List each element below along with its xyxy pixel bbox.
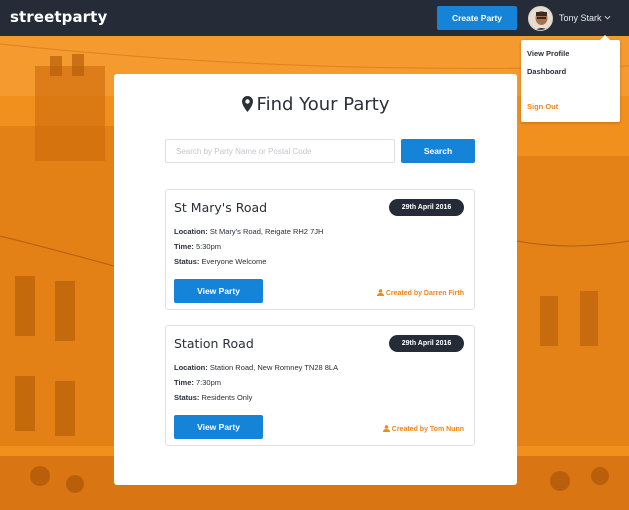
time-value: 5:30pm [195,242,221,251]
party-location: Location: St Mary's Road, Reigate RH2 7J… [174,227,323,236]
map-pin-icon [241,96,253,117]
location-label: Location: [174,363,208,372]
party-status: Status: Residents Only [174,393,252,402]
menu-item-sign-out[interactable]: Sign Out [527,102,558,111]
page-title: Find Your Party [114,94,517,117]
party-location: Location: Station Road, New Romney TN28 … [174,363,338,372]
user-avatar-icon [529,7,552,30]
menu-item-view-profile[interactable]: View Profile [527,49,569,58]
create-party-button[interactable]: Create Party [437,6,517,30]
dropdown-caret [600,35,610,40]
status-label: Status: [174,257,200,266]
time-value: 7:30pm [195,378,221,387]
user-icon [382,425,390,434]
brand-logo[interactable]: streetparty [10,8,107,26]
search-input[interactable] [165,139,395,163]
status-label: Status: [174,393,200,402]
party-card: Station Road 29th April 2016 Location: S… [165,325,475,446]
party-card: St Mary's Road 29th April 2016 Location:… [165,189,475,310]
location-value: Station Road, New Romney TN28 8LA [209,363,339,372]
top-navbar: streetparty Create Party Tony Stark [0,0,629,36]
page-title-text: Find Your Party [256,94,390,115]
party-time: Time: 5:30pm [174,242,221,251]
chevron-down-icon[interactable] [604,14,611,21]
party-status: Status: Everyone Welcome [174,257,266,266]
party-name[interactable]: St Mary's Road [174,200,267,215]
avatar[interactable] [528,6,553,31]
date-badge: 29th April 2016 [389,199,464,216]
date-badge: 29th April 2016 [389,335,464,352]
status-value: Everyone Welcome [201,257,267,266]
time-label: Time: [174,242,194,251]
menu-item-dashboard[interactable]: Dashboard [527,67,566,76]
location-label: Location: [174,227,208,236]
status-value: Residents Only [201,393,253,402]
user-dropdown-menu: View Profile Dashboard Sign Out [521,35,620,122]
search-button[interactable]: Search [401,139,475,163]
party-name[interactable]: Station Road [174,336,254,351]
location-value: St Mary's Road, Reigate RH2 7JH [209,227,324,236]
view-party-button[interactable]: View Party [174,279,263,303]
find-party-panel: Find Your Party Search St Mary's Road 29… [114,74,517,485]
created-by[interactable]: Created by Darren Firth [376,289,464,298]
created-by-text: Created by Tom Nunn [391,426,464,433]
created-by-text: Created by Darren Firth [385,290,464,297]
user-name[interactable]: Tony Stark [559,13,602,23]
party-time: Time: 7:30pm [174,378,221,387]
time-label: Time: [174,378,194,387]
user-icon [376,289,384,298]
created-by[interactable]: Created by Tom Nunn [382,425,464,434]
view-party-button[interactable]: View Party [174,415,263,439]
